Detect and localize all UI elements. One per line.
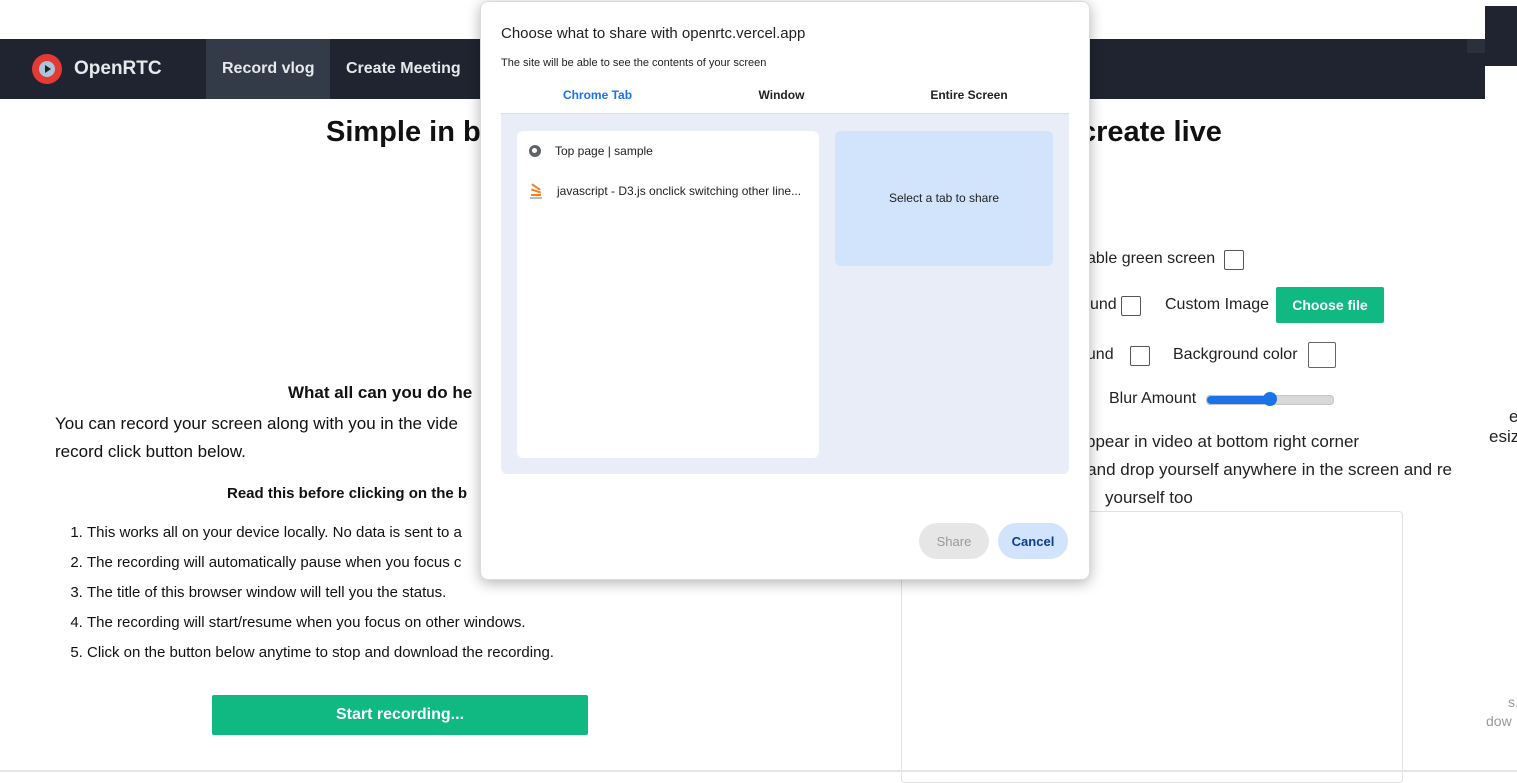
share-pane: Top page | sample javascript - D3.js onc… <box>501 114 1069 474</box>
start-recording-button[interactable]: Start recording... <box>212 695 588 735</box>
stackoverflow-icon <box>529 183 543 199</box>
background-checkbox-1[interactable] <box>1121 296 1141 316</box>
blur-slider[interactable] <box>1206 392 1334 406</box>
headline-right: create live <box>1080 116 1222 148</box>
green-screen-label: able green screen <box>1087 250 1216 267</box>
description: You can record your screen along with yo… <box>55 414 458 461</box>
dialog-subtitle: The site will be able to see the content… <box>501 57 767 69</box>
dialog-title: Choose what to share with openrtc.vercel… <box>501 25 806 42</box>
rule-item: The recording will start/resume when you… <box>87 608 554 638</box>
nav-create-meeting[interactable]: Create Meeting <box>330 39 477 99</box>
background-checkbox-2[interactable] <box>1130 346 1150 366</box>
edge-text-3: s. <box>1508 694 1517 710</box>
cancel-button[interactable]: Cancel <box>998 523 1068 559</box>
note-line-1: ppear in video at bottom right corner <box>1086 432 1360 451</box>
globe-icon <box>529 145 541 157</box>
blur-slider-thumb[interactable] <box>1263 392 1277 406</box>
blur-amount-label: Blur Amount <box>1109 390 1197 407</box>
rule-item: Click on the button below anytime to sto… <box>87 638 554 668</box>
brand[interactable]: OpenRTC <box>32 53 162 85</box>
tab-window[interactable]: Window <box>694 88 869 113</box>
edge-text-2: esiz <box>1489 427 1517 446</box>
list-item[interactable]: javascript - D3.js onclick switching oth… <box>529 179 801 203</box>
tab-list: Top page | sample javascript - D3.js onc… <box>517 131 819 458</box>
edge-text-1: e <box>1509 407 1517 426</box>
list-item[interactable]: Top page | sample <box>529 139 653 163</box>
headline-left: Simple in b <box>326 116 481 148</box>
edge-text-4: dow <box>1486 713 1512 729</box>
list-item-label: Top page | sample <box>555 144 653 158</box>
corner-decoration-2 <box>1467 39 1485 53</box>
corner-decoration <box>1485 6 1517 66</box>
tab-entire-screen[interactable]: Entire Screen <box>869 88 1069 113</box>
background-color-label: Background color <box>1173 346 1298 363</box>
list-item-label: javascript - D3.js onclick switching oth… <box>557 184 802 198</box>
green-screen-checkbox[interactable] <box>1224 250 1244 270</box>
brand-name: OpenRTC <box>74 58 162 79</box>
tab-chrome-tab[interactable]: Chrome Tab <box>501 88 694 115</box>
choose-file-button[interactable]: Choose file <box>1276 287 1384 323</box>
share-dialog: Choose what to share with openrtc.vercel… <box>480 1 1090 580</box>
share-preview: Select a tab to share <box>835 131 1053 266</box>
share-button[interactable]: Share <box>919 523 989 559</box>
note-line-3: yourself too <box>1105 488 1193 507</box>
nav-record-vlog[interactable]: Record vlog <box>206 39 331 99</box>
custom-image-label: Custom Image <box>1165 296 1270 313</box>
logo-icon <box>32 54 62 84</box>
what-title: What all can you do he <box>288 383 473 402</box>
background-color-picker[interactable] <box>1308 342 1336 368</box>
read-title: Read this before clicking on the b <box>227 485 468 502</box>
note-line-2: g and drop yourself anywhere in the scre… <box>1073 460 1452 479</box>
rule-item: The title of this browser window will te… <box>87 578 554 608</box>
blur-slider-fill <box>1207 396 1270 404</box>
background-label-1: und <box>1090 296 1117 313</box>
